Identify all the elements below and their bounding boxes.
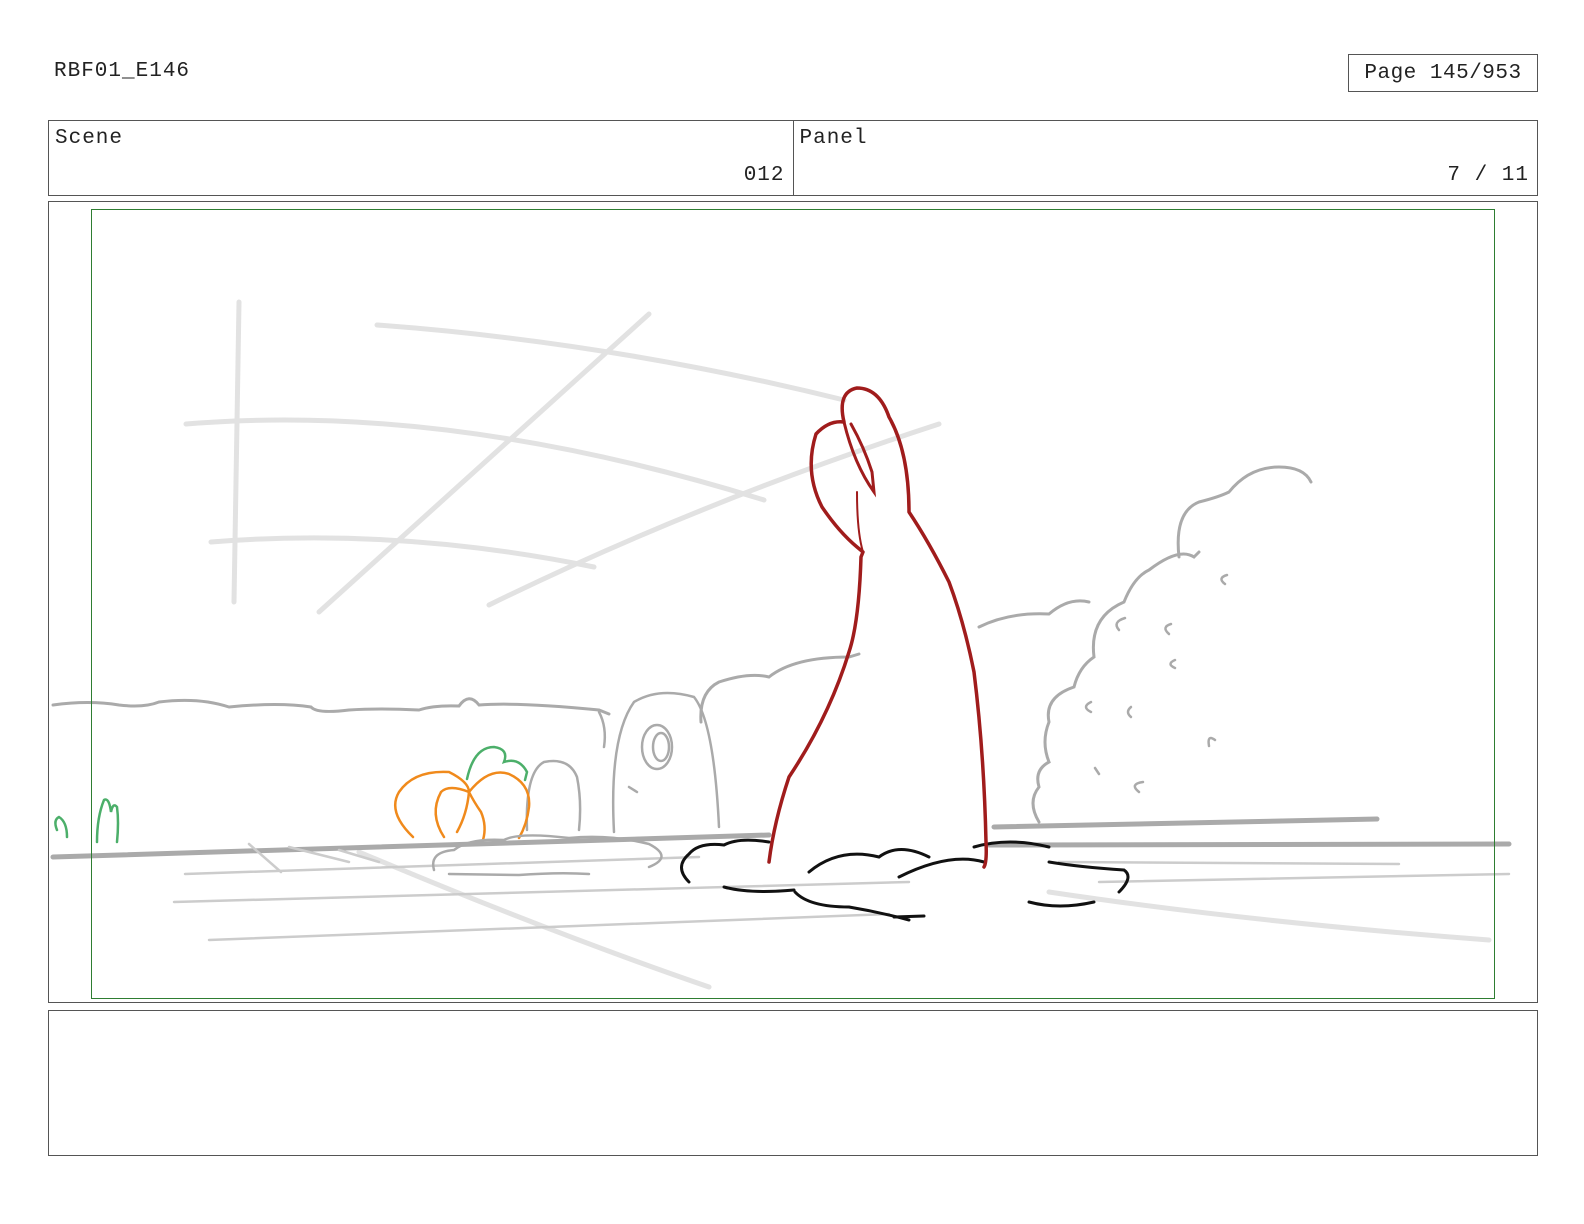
ground-lines [50,816,1512,860]
scene-cell: Scene 012 [49,121,793,195]
bush-details [1084,573,1229,794]
page-indicator: Page 145/953 [1348,54,1538,92]
doc-id: RBF01_E146 [54,60,191,83]
scene-panel-info: Scene 012 Panel 7 / 11 [48,120,1538,196]
notes-box[interactable] [48,1010,1538,1156]
scene-number: 012 [743,164,785,187]
pumpkin [394,770,531,842]
character-ear-gap [856,491,864,553]
panel-label: Panel [799,127,868,150]
character-sketch [767,386,988,869]
pumpkin-stem [54,745,529,844]
storyboard-panel [48,201,1538,1003]
dirt-mound [680,838,1130,922]
tombstones [525,691,721,834]
scene-label: Scene [55,127,124,150]
hedge-line [51,697,611,716]
panel-cell: Panel 7 / 11 [792,121,1538,195]
panel-number: 7 / 11 [1447,164,1529,187]
panel-sketch [50,299,1512,990]
